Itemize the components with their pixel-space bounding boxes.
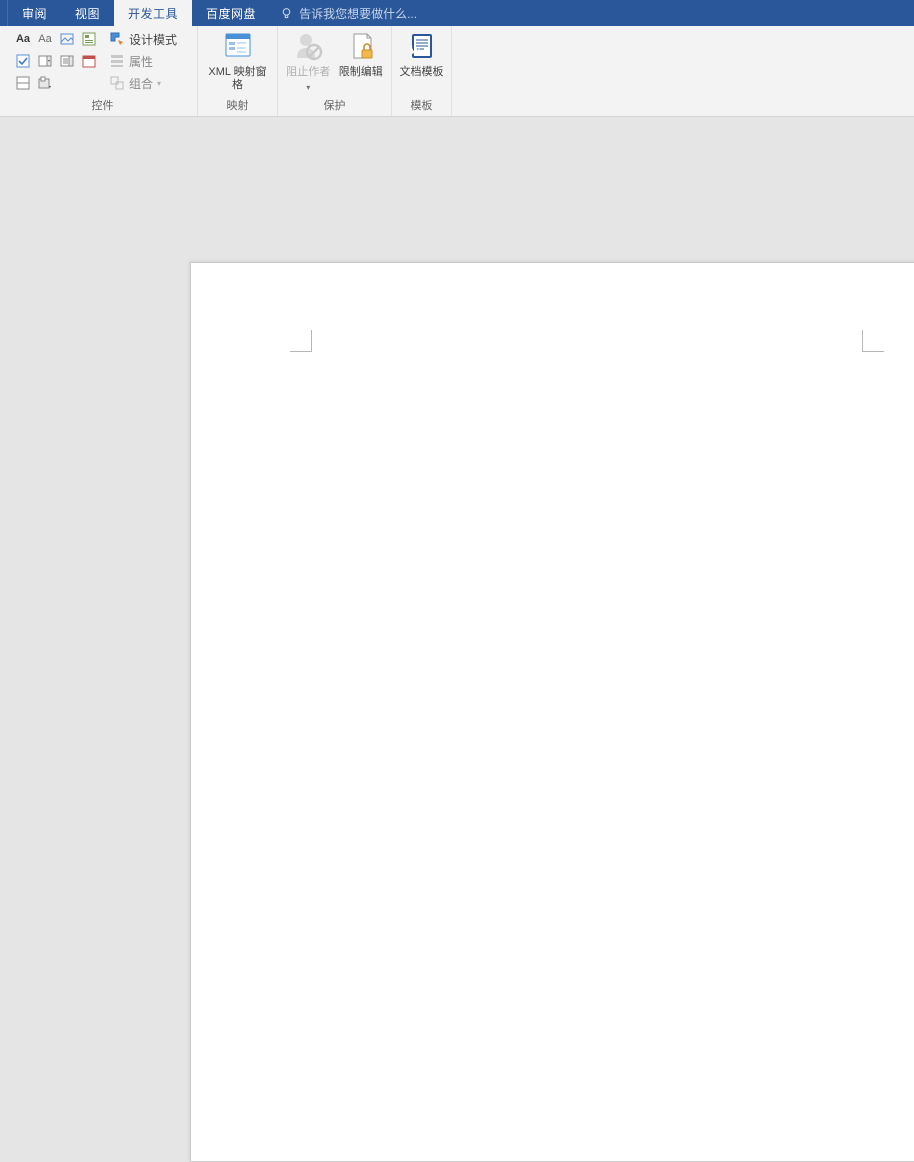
document-template-button[interactable]: W 文档模板 — [396, 28, 447, 79]
xml-mapping-pane-button[interactable]: XML 映射窗格 — [202, 28, 273, 92]
properties-label: 属性 — [129, 53, 153, 70]
group-protect-label: 保护 — [282, 95, 387, 116]
tab-view[interactable]: 视图 — [61, 0, 114, 26]
properties-button[interactable]: 属性 — [105, 50, 181, 72]
document-page[interactable] — [190, 262, 914, 1162]
tell-me-search[interactable]: 告诉我您想要做什么... — [270, 0, 427, 26]
document-template-label: 文档模板 — [400, 66, 444, 79]
group-mapping: XML 映射窗格 映射 — [198, 26, 278, 116]
group-controls: Aa Aa — [8, 26, 198, 116]
ribbon: Aa Aa — [0, 26, 914, 117]
document-canvas[interactable] — [0, 117, 914, 683]
design-mode-button[interactable]: 设计模式 — [105, 28, 181, 50]
design-mode-icon — [109, 31, 125, 47]
lightbulb-icon — [280, 7, 293, 20]
tab-review[interactable]: 审阅 — [8, 0, 61, 26]
chevron-down-icon: ▾ — [306, 83, 310, 92]
picture-content-control-icon[interactable] — [56, 28, 78, 50]
block-authors-label: 阻止作者 — [286, 66, 330, 79]
restrict-editing-label: 限制编辑 — [339, 66, 383, 79]
combo-box-content-control-icon[interactable] — [34, 50, 56, 72]
restrict-editing-button[interactable]: 限制编辑 — [335, 28, 388, 79]
dropdown-list-content-control-icon[interactable] — [56, 50, 78, 72]
tab-developer[interactable]: 开发工具 — [114, 0, 192, 26]
tab-baidu-netdisk[interactable]: 百度网盘 — [192, 0, 270, 26]
legacy-tools-icon[interactable] — [34, 72, 56, 94]
page-margin-marker-top-left — [290, 330, 312, 352]
block-authors-button: 阻止作者 ▾ — [282, 28, 335, 92]
tell-me-placeholder: 告诉我您想要做什么... — [299, 5, 417, 22]
chevron-down-icon: ▾ — [157, 79, 161, 88]
plain-text-content-control-icon[interactable]: Aa — [34, 28, 56, 50]
group-icon — [109, 75, 125, 91]
design-mode-label: 设计模式 — [129, 31, 177, 48]
building-block-gallery-control-icon[interactable] — [78, 28, 100, 50]
document-template-icon: W — [406, 30, 438, 62]
block-authors-icon — [292, 30, 324, 62]
group-template: W 文档模板 模板 — [392, 26, 452, 116]
restrict-editing-icon — [345, 30, 377, 62]
date-picker-content-control-icon[interactable] — [78, 50, 100, 72]
group-button[interactable]: 组合 ▾ — [105, 72, 181, 94]
xml-mapping-icon — [222, 30, 254, 62]
group-label: 组合 — [129, 75, 153, 92]
ribbon-tab-bar: 审阅 视图 开发工具 百度网盘 告诉我您想要做什么... — [0, 0, 914, 26]
svg-text:W: W — [409, 43, 421, 57]
group-mapping-label: 映射 — [202, 95, 273, 116]
group-protect: 阻止作者 ▾ 限制编辑 保护 — [278, 26, 392, 116]
group-controls-label: 控件 — [12, 95, 193, 116]
xml-mapping-label: XML 映射窗格 — [204, 66, 271, 92]
rich-text-content-control-icon[interactable]: Aa — [12, 28, 34, 50]
properties-icon — [109, 53, 125, 69]
tabbar-left-edge — [0, 0, 8, 26]
checkbox-content-control-icon[interactable] — [12, 50, 34, 72]
repeating-section-content-control-icon[interactable] — [12, 72, 34, 94]
page-margin-marker-top-right — [862, 330, 884, 352]
group-template-label: 模板 — [396, 95, 447, 116]
